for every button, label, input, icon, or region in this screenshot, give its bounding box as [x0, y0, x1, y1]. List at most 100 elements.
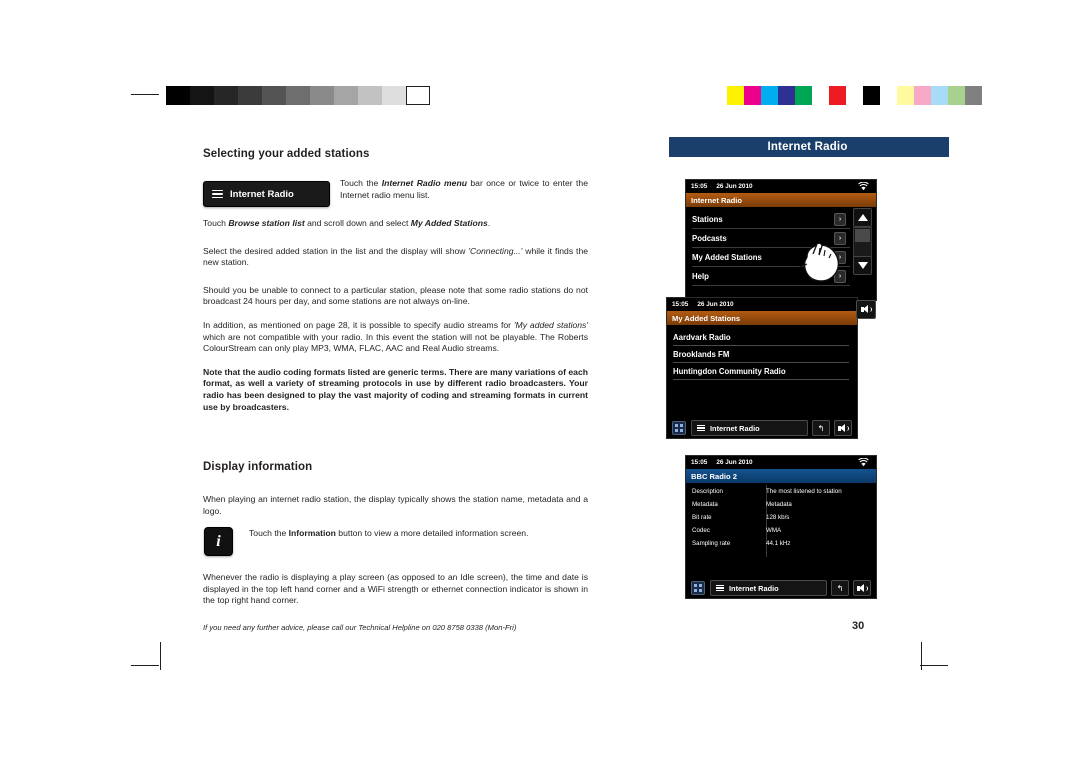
device-screenshot-my-added-stations: 15:05 26 Jun 2010 My Added Stations Aard… [666, 297, 858, 439]
scroll-up-button[interactable] [853, 208, 872, 227]
hamburger-icon [716, 583, 724, 593]
table-row: Metadata Metadata [686, 498, 876, 510]
row-value: 44.1 kHz [766, 539, 791, 547]
screen-title-bar: BBC Radio 2 [686, 469, 876, 483]
list-item-label: Aardvark Radio [673, 332, 731, 342]
bottom-bar-label: Internet Radio [729, 583, 779, 593]
internet-radio-menu-chip[interactable]: Internet Radio [203, 181, 330, 207]
status-date: 26 Jun 2010 [716, 183, 753, 190]
crop-mark [920, 665, 948, 666]
chapter-header-bar: Internet Radio [666, 137, 949, 157]
screen-title-bar: Internet Radio [686, 193, 876, 207]
volume-button[interactable] [834, 420, 852, 436]
status-time: 15:05 [672, 301, 689, 308]
section-heading-selecting: Selecting your added stations [203, 148, 370, 160]
info-bold: Information [288, 528, 336, 538]
home-grid-button[interactable] [672, 421, 686, 435]
status-bar: 15:05 26 Jun 2010 [667, 298, 857, 311]
chip-para-bold: Internet Radio menu [381, 178, 467, 188]
internet-radio-bar-button[interactable]: Internet Radio [691, 420, 808, 436]
screen-title: BBC Radio 2 [691, 471, 737, 481]
info-pre: Touch the [249, 528, 289, 538]
list-item[interactable]: Brooklands FM [673, 346, 849, 363]
list-item[interactable]: Huntingdon Community Radio [673, 363, 849, 380]
list-item[interactable]: Aardvark Radio [673, 329, 849, 346]
menu-item-label: Podcasts [692, 233, 727, 243]
row-key: Sampling rate [692, 539, 731, 547]
bottom-toolbar: Internet Radio ↰ [686, 578, 876, 598]
triangle-up-icon [857, 214, 868, 221]
wifi-icon [858, 458, 869, 467]
crop-mark [160, 642, 161, 670]
chip-para-pre: Touch the [340, 178, 382, 188]
table-row: Description The most listened to station [686, 485, 876, 497]
page-number: 30 [852, 620, 865, 632]
p3-italic: 'Connecting...' [468, 245, 523, 256]
screen-title: Internet Radio [691, 195, 743, 205]
device-screenshot-menu: 15:05 26 Jun 2010 Internet Radio Station… [685, 179, 877, 301]
status-time: 15:05 [691, 183, 708, 190]
table-row: Codec WMA [686, 524, 876, 536]
scroll-down-button[interactable] [853, 256, 872, 275]
wifi-icon [858, 182, 869, 191]
p2-bold2: My Added Stations [410, 218, 488, 228]
status-date: 26 Jun 2010 [697, 301, 734, 308]
speaker-icon [837, 423, 849, 433]
back-button[interactable]: ↰ [831, 580, 849, 596]
scroll-thumb[interactable] [855, 229, 870, 242]
footnote: If you need any further advice, please c… [203, 623, 517, 632]
back-arrow-icon: ↰ [836, 583, 844, 593]
status-time: 15:05 [691, 459, 708, 466]
device-screenshot-station-info: 15:05 26 Jun 2010 BBC Radio 2 Descriptio… [685, 455, 877, 599]
p2-bold1: Browse station list [228, 218, 305, 228]
paragraph-audio-streams: In addition, as mentioned on page 28, it… [203, 320, 588, 355]
p2-pre: Touch [203, 218, 229, 228]
menu-item-label: Stations [692, 214, 723, 224]
p5-post: which are not compatible with your radio… [203, 331, 588, 354]
row-value: The most listened to station [766, 487, 842, 495]
paragraph-browse-station-list: Touch Browse station list and scroll dow… [203, 218, 588, 230]
screen-title-bar: My Added Stations [667, 311, 857, 325]
volume-button[interactable] [853, 580, 871, 596]
back-button[interactable]: ↰ [812, 420, 830, 436]
row-key: Description [692, 487, 723, 495]
p2-mid: and scroll down and select [304, 218, 411, 228]
menu-item-label: Help [692, 271, 709, 281]
screen-title: My Added Stations [672, 313, 741, 323]
table-row: Bit rate 128 kb/s [686, 511, 876, 523]
bottom-toolbar: Internet Radio ↰ [667, 418, 857, 438]
table-row: Sampling rate 44.1 kHz [686, 537, 876, 549]
triangle-down-icon [857, 262, 868, 269]
status-bar: 15:05 26 Jun 2010 [686, 456, 876, 469]
pointing-hand-illustration [799, 242, 840, 282]
bottom-bar-label: Internet Radio [710, 423, 760, 433]
section-heading-display-information: Display information [203, 461, 313, 473]
document-page: Selecting your added stations Internet R… [0, 0, 1080, 763]
speaker-icon [860, 305, 872, 314]
status-bar: 15:05 26 Jun 2010 [686, 180, 876, 193]
crop-mark [131, 94, 159, 95]
menu-item-stations[interactable]: Stations › [692, 210, 850, 229]
list-item-label: Brooklands FM [673, 349, 730, 359]
row-value: WMA [766, 526, 782, 534]
p5-italic: 'My added stations' [513, 319, 588, 330]
volume-button-overlay[interactable] [856, 300, 876, 319]
internet-radio-bar-button[interactable]: Internet Radio [710, 580, 827, 596]
status-date: 26 Jun 2010 [716, 459, 753, 466]
chip-paragraph: Touch the Internet Radio menu bar once o… [340, 178, 588, 201]
information-button-icon[interactable]: i [204, 527, 233, 556]
color-calibration-bar [710, 86, 982, 105]
row-key: Metadata [692, 500, 718, 508]
scrollbar[interactable] [853, 227, 872, 257]
row-value: Metadata [766, 500, 792, 508]
speaker-icon [856, 583, 868, 593]
p5-pre: In addition, as mentioned on page 28, it… [203, 319, 514, 330]
chevron-right-icon: › [834, 213, 846, 226]
hamburger-icon [212, 188, 223, 201]
home-grid-button[interactable] [691, 581, 705, 595]
paragraph-coding-formats: Note that the audio coding formats liste… [203, 367, 588, 413]
chip-label: Internet Radio [230, 188, 294, 200]
row-key: Bit rate [692, 513, 712, 521]
hamburger-icon [697, 423, 705, 433]
p3-pre: Select the desired added station in the … [203, 245, 469, 256]
